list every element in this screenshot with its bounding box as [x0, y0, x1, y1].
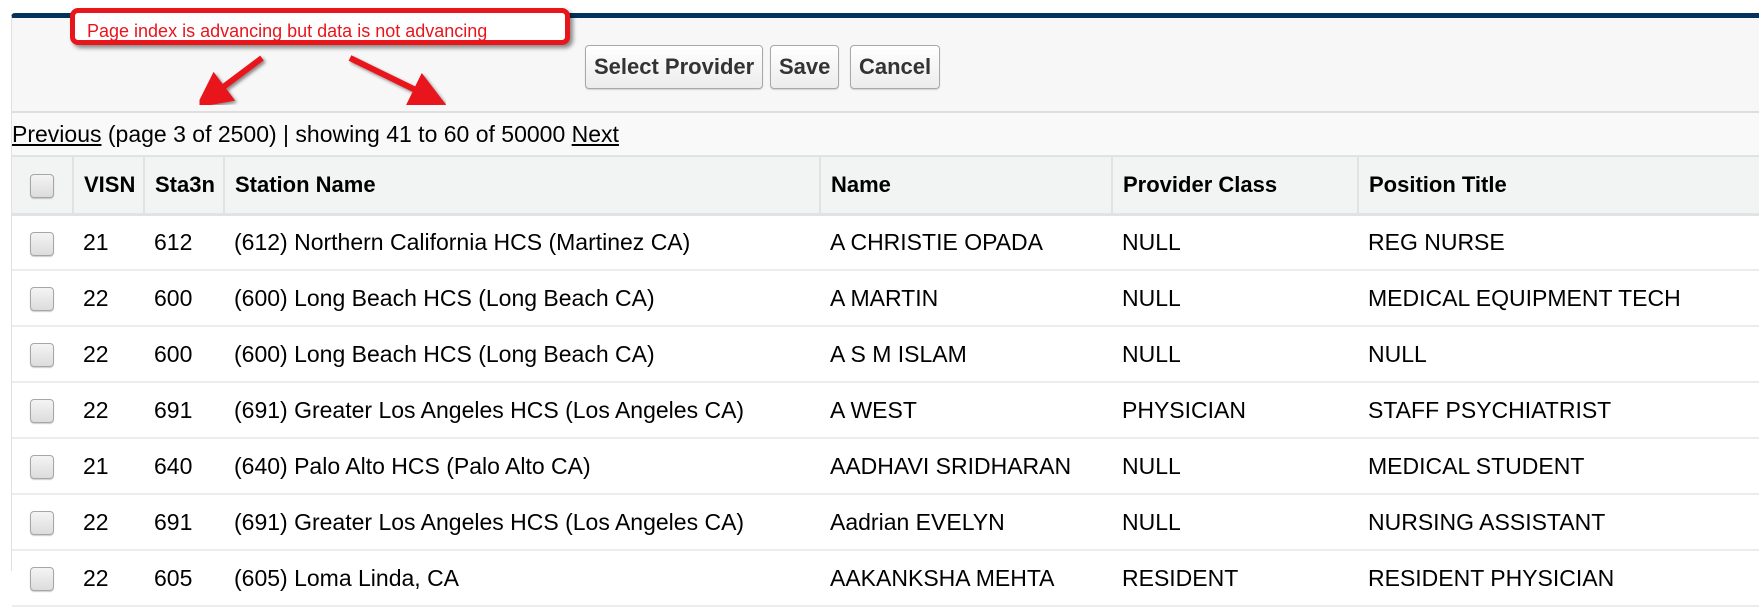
annotation-arrows	[195, 55, 447, 108]
annotation-arrow-right	[348, 55, 447, 106]
row-checkbox[interactable]	[30, 567, 54, 592]
annotation-text: Page index is advancing but data is not …	[87, 21, 488, 41]
annotation-callout: Page index is advancing but data is not …	[70, 8, 570, 45]
annotation-arrow-left	[195, 55, 264, 108]
